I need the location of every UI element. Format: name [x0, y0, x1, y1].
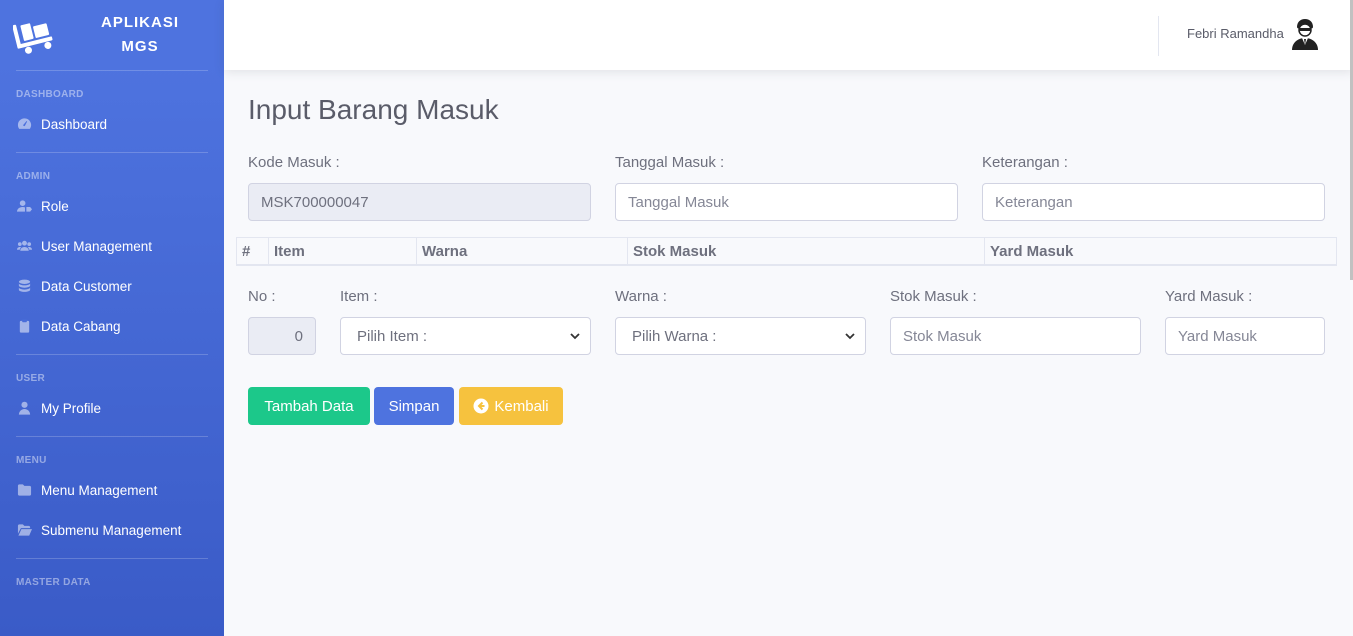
- tachometer-icon: [16, 117, 32, 131]
- item-select-value: Pilih Item :: [357, 327, 428, 345]
- keterangan-field[interactable]: Keterangan: [982, 183, 1325, 221]
- topbar-divider: [1158, 16, 1159, 56]
- sidebar-item-label: Menu Management: [41, 482, 158, 498]
- sidebar-heading-menu: MENU: [16, 455, 47, 466]
- tambah-data-button[interactable]: Tambah Data: [248, 387, 370, 425]
- kembali-button[interactable]: Kembali: [459, 387, 563, 425]
- user-tag-icon: [16, 199, 32, 213]
- user-icon: [16, 401, 32, 415]
- sidebar-item-label: Submenu Management: [41, 522, 182, 538]
- sidebar-item-label: My Profile: [41, 400, 102, 416]
- folder-open-icon: [16, 523, 32, 537]
- topbar: Febri Ramandha: [224, 0, 1353, 70]
- sidebar-item-user-management[interactable]: User Management: [0, 226, 224, 266]
- sidebar-heading-dashboard: DASHBOARD: [16, 89, 84, 100]
- user-name[interactable]: Febri Ramandha: [1187, 26, 1284, 41]
- stok-masuk-field[interactable]: Stok Masuk: [890, 317, 1141, 355]
- arrow-circle-left-icon: [473, 398, 489, 414]
- sidebar: APLIKASI MGS DASHBOARD Dashboard ADMIN R…: [0, 0, 224, 636]
- users-icon: [16, 239, 32, 253]
- sidebar-item-label: User Management: [41, 238, 153, 254]
- yard-masuk-field[interactable]: Yard Masuk: [1165, 317, 1325, 355]
- yard-masuk-label: Yard Masuk :: [1165, 288, 1253, 305]
- sidebar-item-role[interactable]: Role: [0, 186, 224, 226]
- brand-line-2: MGS: [121, 38, 159, 55]
- no-label: No :: [248, 288, 276, 305]
- sidebar-item-label: Dashboard: [41, 116, 108, 132]
- table-header-cell: Item: [268, 238, 416, 265]
- stok-masuk-label: Stok Masuk :: [890, 288, 977, 305]
- sidebar-item-my-profile[interactable]: My Profile: [0, 388, 224, 428]
- chevron-down-icon: [845, 333, 855, 340]
- sidebar-item-submenu-management[interactable]: Submenu Management: [0, 510, 224, 550]
- brand-line-1: APLIKASI: [100, 14, 179, 31]
- keterangan-label: Keterangan :: [982, 154, 1068, 171]
- sidebar-item-data-customer[interactable]: Data Customer: [0, 266, 224, 306]
- cart-icon: [12, 15, 60, 55]
- sidebar-item-label: Data Cabang: [41, 318, 121, 334]
- table-header-cell: #: [242, 243, 251, 260]
- sidebar-heading-master-data: MASTER DATA: [16, 577, 91, 588]
- sidebar-item-label: Role: [41, 198, 69, 214]
- warna-select[interactable]: Pilih Warna :: [615, 317, 866, 355]
- sidebar-item-label: Data Customer: [41, 278, 132, 294]
- database-icon: [16, 279, 32, 293]
- item-select[interactable]: Pilih Item :: [340, 317, 591, 355]
- no-field[interactable]: 0: [248, 317, 316, 355]
- warna-select-value: Pilih Warna :: [632, 327, 717, 345]
- kode-masuk-label: Kode Masuk :: [248, 154, 340, 171]
- sidebar-item-data-cabang[interactable]: Data Cabang: [0, 306, 224, 346]
- sidebar-heading-admin: ADMIN: [16, 171, 51, 182]
- kembali-label: Kembali: [494, 397, 549, 415]
- simpan-button[interactable]: Simpan: [374, 387, 454, 425]
- table-header-cell: Warna: [416, 238, 627, 265]
- tanggal-masuk-label: Tanggal Masuk :: [615, 154, 725, 171]
- sidebar-item-menu-management[interactable]: Menu Management: [0, 470, 224, 510]
- table-header-cell: Stok Masuk: [627, 238, 984, 265]
- folder-icon: [16, 483, 32, 497]
- avatar[interactable]: [1290, 18, 1320, 50]
- clipboard-icon: [16, 319, 32, 333]
- main-content: Input Barang Masuk Kode Masuk : MSK70000…: [224, 70, 1353, 636]
- tanggal-masuk-field[interactable]: Tanggal Masuk: [615, 183, 958, 221]
- warna-label: Warna :: [615, 288, 667, 305]
- table-header: # Item Warna Stok Masuk Yard Masuk: [236, 237, 1337, 266]
- kode-masuk-field[interactable]: MSK700000047: [248, 183, 591, 221]
- chevron-down-icon: [570, 333, 580, 340]
- page-title: Input Barang Masuk: [248, 94, 499, 125]
- sidebar-item-dashboard[interactable]: Dashboard: [0, 104, 224, 144]
- sidebar-heading-user: USER: [16, 373, 45, 384]
- table-header-cell: Yard Masuk: [984, 238, 1336, 265]
- brand-name: APLIKASI MGS: [68, 11, 212, 59]
- brand[interactable]: APLIKASI MGS: [0, 0, 224, 70]
- item-label: Item :: [340, 288, 378, 305]
